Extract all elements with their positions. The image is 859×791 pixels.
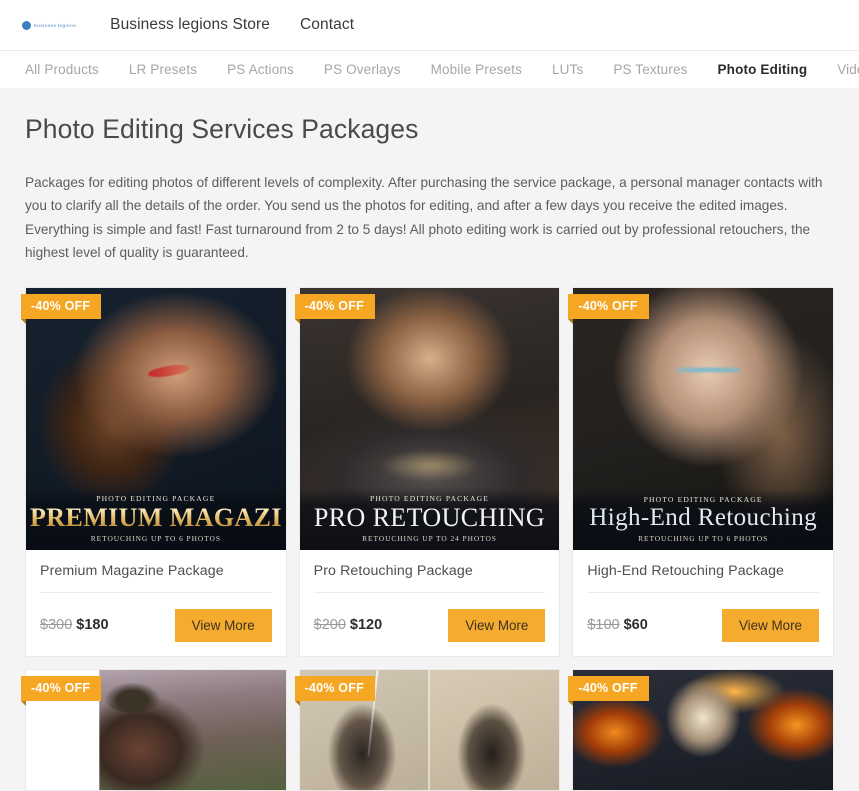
product-card[interactable]: -40% OFF [25, 669, 287, 791]
image-caption: PHOTO EDITING PACKAGE High-End Retouchin… [573, 489, 833, 549]
product-name: Pro Retouching Package [314, 563, 546, 593]
nav-item-store[interactable]: Business legions Store [110, 16, 270, 34]
price-row: $100 $60 View More [587, 609, 819, 642]
price-original: $300 [40, 617, 72, 633]
product-price: $100 $60 [587, 617, 647, 633]
caption-subtitle: RETOUCHING UP TO 6 PHOTOS [577, 534, 829, 543]
site-logo[interactable]: business legions [22, 21, 76, 30]
category-ps-overlays[interactable]: PS Overlays [324, 62, 401, 77]
category-video-overlays[interactable]: Video Overlays [837, 62, 859, 77]
product-name: Premium Magazine Package [40, 563, 272, 593]
price-original: $200 [314, 617, 346, 633]
main-content: Photo Editing Services Packages Packages… [0, 88, 859, 791]
category-photo-editing[interactable]: Photo Editing [718, 62, 808, 77]
view-more-button[interactable]: View More [175, 609, 272, 642]
category-mobile-presets[interactable]: Mobile Presets [431, 62, 522, 77]
caption-subtitle: RETOUCHING UP TO 24 PHOTOS [304, 534, 556, 543]
caption-eyebrow: PHOTO EDITING PACKAGE [577, 495, 829, 504]
logo-dot-icon [22, 21, 31, 30]
product-card[interactable]: -40% OFF [299, 669, 561, 791]
price-row: $300$180 View More [40, 609, 272, 642]
image-caption: PHOTO EDITING PACKAGE PREMIUM MAGAZINE R… [26, 488, 286, 549]
caption-title: PREMIUM MAGAZINE [30, 504, 282, 531]
caption-title: PRO RETOUCHING [304, 504, 556, 531]
price-row: $200$120 View More [314, 609, 546, 642]
site-header: business legions Business legions Store … [0, 0, 859, 50]
price-sale: $120 [350, 617, 382, 633]
product-card-body: Premium Magazine Package $300$180 View M… [26, 550, 286, 656]
product-card[interactable]: -40% OFF [572, 669, 834, 791]
product-card[interactable]: -40% OFF PHOTO EDITING PACKAGE PRO RETOU… [299, 287, 561, 657]
caption-title: High-End Retouching [577, 505, 829, 531]
logo-wordmark: business legions [34, 23, 76, 28]
product-name: High-End Retouching Package [587, 563, 819, 593]
product-image[interactable]: PHOTO EDITING PACKAGE PREMIUM MAGAZINE R… [26, 288, 286, 550]
category-ps-actions[interactable]: PS Actions [227, 62, 294, 77]
caption-subtitle: RETOUCHING UP TO 6 PHOTOS [30, 534, 282, 543]
category-lr-presets[interactable]: LR Presets [129, 62, 197, 77]
caption-eyebrow: PHOTO EDITING PACKAGE [304, 494, 556, 503]
discount-badge: -40% OFF [295, 294, 375, 320]
image-caption: PHOTO EDITING PACKAGE PRO RETOUCHING RET… [300, 488, 560, 549]
view-more-button[interactable]: View More [722, 609, 819, 642]
category-nav: All Products LR Presets PS Actions PS Ov… [0, 50, 859, 88]
discount-badge: -40% OFF [568, 676, 648, 702]
discount-badge: -40% OFF [21, 676, 101, 702]
product-image[interactable]: PHOTO EDITING PACKAGE PRO RETOUCHING RET… [300, 288, 560, 550]
product-price: $200$120 [314, 617, 383, 633]
product-card-body: High-End Retouching Package $100 $60 View… [573, 550, 833, 656]
category-luts[interactable]: LUTs [552, 62, 583, 77]
discount-badge: -40% OFF [21, 294, 101, 320]
product-grid: -40% OFF PHOTO EDITING PACKAGE PREMIUM M… [25, 287, 834, 791]
primary-nav: Business legions Store Contact [110, 16, 354, 34]
price-sale: $60 [624, 617, 648, 633]
product-card[interactable]: -40% OFF PHOTO EDITING PACKAGE High-End … [572, 287, 834, 657]
discount-badge: -40% OFF [568, 294, 648, 320]
category-ps-textures[interactable]: PS Textures [613, 62, 687, 77]
nav-item-contact[interactable]: Contact [300, 16, 354, 34]
product-card-body: Pro Retouching Package $200$120 View Mor… [300, 550, 560, 656]
price-sale: $180 [76, 617, 108, 633]
product-image[interactable]: PHOTO EDITING PACKAGE High-End Retouchin… [573, 288, 833, 550]
discount-badge: -40% OFF [295, 676, 375, 702]
price-original: $100 [587, 617, 619, 633]
caption-eyebrow: PHOTO EDITING PACKAGE [30, 494, 282, 503]
product-card[interactable]: -40% OFF PHOTO EDITING PACKAGE PREMIUM M… [25, 287, 287, 657]
page-description: Packages for editing photos of different… [25, 171, 825, 265]
view-more-button[interactable]: View More [448, 609, 545, 642]
page-title: Photo Editing Services Packages [25, 114, 834, 145]
category-all-products[interactable]: All Products [25, 62, 99, 77]
product-price: $300$180 [40, 617, 109, 633]
